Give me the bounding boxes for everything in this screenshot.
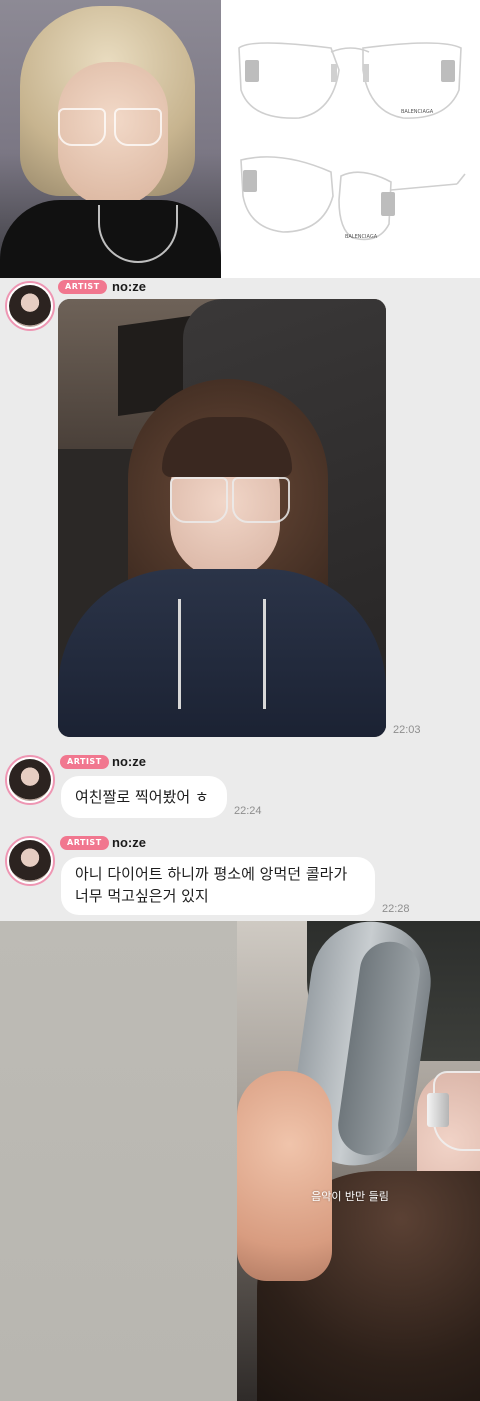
photo-message[interactable] [58,299,386,737]
message-text-line-1: 아니 다이어트 하니까 평소에 앙먹던 콜라가 [75,865,348,883]
glasses-product-drawing: BALENCIAGA BALENCIAGA [238,42,466,241]
artist-avatar[interactable] [5,755,55,805]
avatar-image [9,285,51,327]
front-right-hinge [441,60,455,82]
message-time: 22:03 [393,724,421,736]
angled-right-hinge [381,192,395,216]
front-left-hinge [245,60,259,82]
headphone-selfie-photo: 음악이 반만 들림 [237,921,480,1401]
message-time: 22:24 [234,805,262,817]
sender-name: no:ze [112,279,146,294]
brand-text-angled: BALENCIAGA [345,234,378,240]
sender-name: no:ze [112,835,146,850]
hoodie-string-right [263,599,266,709]
artist-badge: ARTIST [60,836,109,850]
artist-avatar[interactable] [5,281,55,331]
artist-badge: ARTIST [60,755,109,769]
front-left-pad [331,64,337,82]
top-collage: BALENCIAGA BALENCIAGA [0,0,480,278]
photo-glasses-right [232,477,290,523]
photo-hoodie [58,569,386,737]
avatar-image [9,759,51,801]
front-right-pad [363,64,369,82]
photo-glasses-left [170,477,228,523]
message-bubble[interactable]: 아니 다이어트 하니까 평소에 앙먹던 콜라가 너무 먹고싶은거 있지 [61,857,375,915]
hoodie-string-left [178,599,181,709]
plain-gray-panel [0,921,237,1401]
message-time: 22:28 [382,903,410,915]
message-bubble[interactable]: 여친짤로 찍어봤어 ㅎ [61,776,227,818]
bottom-collage: 음악이 반만 들림 [0,921,480,1401]
artist-badge: ARTIST [58,280,107,294]
glasses-left-lens [58,108,106,146]
artist-avatar[interactable] [5,836,55,886]
glasses-right-lens [114,108,162,146]
glasses-front-view [238,42,462,119]
glasses-angled-view [240,156,466,241]
sender-name: no:ze [112,754,146,769]
brand-text-front: BALENCIAGA [401,109,434,115]
glasses-product-photo: BALENCIAGA BALENCIAGA [221,0,480,278]
photo-glasses-hinge [427,1093,449,1127]
avatar-image [9,840,51,882]
message-text: 여친짤로 찍어봤어 ㅎ [75,788,209,806]
person-with-glasses-photo [0,0,221,278]
message-text-line-2: 너무 먹고싶은거 있지 [75,887,209,905]
angled-left-hinge [243,170,257,192]
photo-hand [237,1071,332,1281]
photo-caption: 음악이 반만 들림 [311,1190,389,1203]
